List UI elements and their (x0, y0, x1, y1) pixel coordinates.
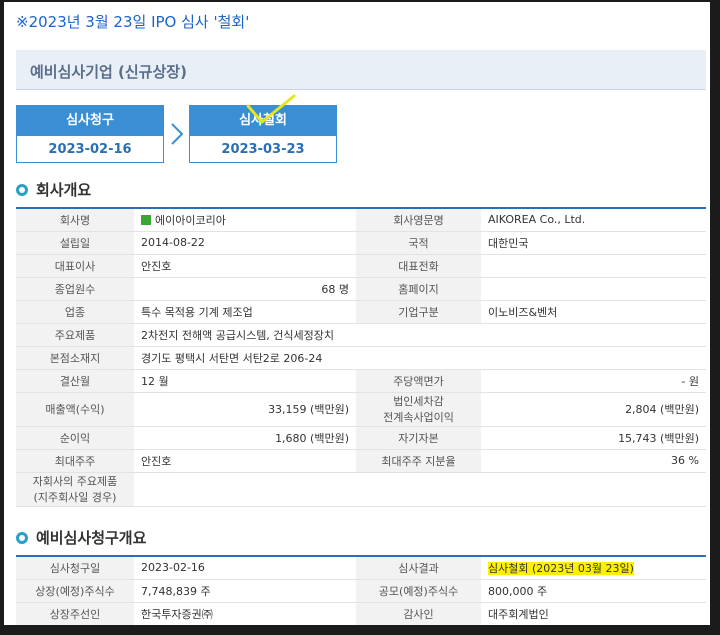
step-request: 심사청구 2023-02-16 (16, 105, 164, 163)
field-label: 상장주선인 (16, 602, 134, 625)
header-bar: 예비심사기업 (신규상장) (16, 50, 706, 90)
field-label: 상장(예정)주식수 (16, 579, 134, 603)
ipo-section-title-text: 예비심사청구개요 (36, 529, 147, 547)
field-value: 2023-02-16 (134, 555, 356, 580)
field-value: 한국투자증권㈜ (134, 602, 356, 625)
field-value: 1,680 (백만원) (134, 426, 356, 450)
field-label: 회사명 (16, 207, 134, 232)
field-label: 감사인 (356, 602, 481, 625)
field-value: 7,748,839 주 (134, 579, 356, 603)
field-value: 68 명 (134, 277, 356, 301)
ipo-section-title: 예비심사청구개요 (16, 527, 146, 548)
field-value: 대주회계법인 (481, 602, 706, 625)
field-label: 기업구분 (356, 300, 481, 324)
step-request-date: 2023-02-16 (48, 142, 132, 157)
field-value: - 원 (481, 369, 706, 393)
field-label: 종업원수 (16, 277, 134, 301)
field-label: 자기자본 (356, 426, 481, 450)
table-row: 상장주선인 한국투자증권㈜ 감사인 대주회계법인 (16, 602, 706, 625)
screenshot-frame: ※2023년 3월 23일 IPO 심사 '철회' 예비심사기업 (신규상장) … (0, 0, 720, 635)
table-row: 업종 특수 목적용 기계 제조업 기업구분 이노비즈&벤처 (16, 300, 706, 324)
field-value (481, 277, 706, 301)
field-value: 2차전지 전해액 공급시스템, 건식세정장치 (134, 323, 706, 347)
field-label: 업종 (16, 300, 134, 324)
table-row: 최대주주 안진호 최대주주 지분율 36 % (16, 449, 706, 473)
field-label: 주요제품 (16, 323, 134, 347)
table-row: 자회사의 주요제품 (지주회사일 경우) (16, 472, 706, 507)
field-value: 안진호 (134, 449, 356, 473)
field-value: 특수 목적용 기계 제조업 (134, 300, 356, 324)
table-row: 심사청구일 2023-02-16 심사결과 심사철회 (2023년 03월 23일) (16, 555, 706, 580)
field-label: 최대주주 (16, 449, 134, 473)
table-row: 주요제품 2차전지 전해액 공급시스템, 건식세정장치 (16, 323, 706, 347)
company-section-title-text: 회사개요 (36, 181, 92, 199)
field-label: 공모(예정)주식수 (356, 579, 481, 603)
field-label: 설립일 (16, 231, 134, 255)
page-title: 예비심사기업 (신규상장) (30, 63, 187, 81)
table-row: 설립일 2014-08-22 국적 대한민국 (16, 231, 706, 255)
check-mark-icon (246, 94, 296, 124)
field-value: 2,804 (백만원) (481, 392, 706, 427)
company-info-table: 회사명 에이아이코리아 회사영문명 AIKOREA Co., Ltd. 설립일 2014-… (16, 207, 706, 507)
field-label: 심사청구일 (16, 555, 134, 580)
field-value: 이노비즈&벤처 (481, 300, 706, 324)
result-highlight: 심사철회 (2023년 03월 23일) (488, 561, 634, 575)
field-value: 2014-08-22 (134, 231, 356, 255)
field-label: 홈페이지 (356, 277, 481, 301)
table-row: 상장(예정)주식수 7,748,839 주 공모(예정)주식수 800,000 주 (16, 579, 706, 603)
table-row: 매출액(수익) 33,159 (백만원) 법인세차감 전계속사업이익 2,804 (백만… (16, 392, 706, 427)
section-bullet-icon (16, 184, 28, 196)
field-value (481, 254, 706, 278)
field-value: 대한민국 (481, 231, 706, 255)
field-label: 결산월 (16, 369, 134, 393)
section-bullet-icon (16, 532, 28, 544)
field-value: 15,743 (백만원) (481, 426, 706, 450)
table-row: 대표이사 안진호 대표전화 (16, 254, 706, 278)
field-value: 경기도 평택시 서탄면 서탄2로 206-24 (134, 346, 706, 370)
field-value: 12 월 (134, 369, 356, 393)
page: ※2023년 3월 23일 IPO 심사 '철회' 예비심사기업 (신규상장) … (4, 2, 710, 625)
field-value: 심사철회 (2023년 03월 23일) (481, 555, 706, 580)
field-label: 본점소재지 (16, 346, 134, 370)
field-label: 심사결과 (356, 555, 481, 580)
field-label: 최대주주 지분율 (356, 449, 481, 473)
field-value: 에이아이코리아 (134, 207, 356, 232)
field-label: 대표이사 (16, 254, 134, 278)
field-value: 36 % (481, 449, 706, 473)
ipo-info-table: 심사청구일 2023-02-16 심사결과 심사철회 (2023년 03월 23일) 상… (16, 555, 706, 625)
company-section-title: 회사개요 (16, 179, 91, 200)
field-label: 순이익 (16, 426, 134, 450)
field-label: 자회사의 주요제품 (지주회사일 경우) (16, 472, 134, 507)
field-label: 대표전화 (356, 254, 481, 278)
table-row: 순이익 1,680 (백만원) 자기자본 15,743 (백만원) (16, 426, 706, 450)
field-label: 주당액면가 (356, 369, 481, 393)
company-logo-icon (141, 214, 151, 225)
field-value: 33,159 (백만원) (134, 392, 356, 427)
field-value: 800,000 주 (481, 579, 706, 603)
step-request-label: 심사청구 (17, 106, 163, 136)
field-value: AIKOREA Co., Ltd. (481, 207, 706, 232)
withdrawal-note: ※2023년 3월 23일 IPO 심사 '철회' (16, 13, 250, 31)
field-value: 안진호 (134, 254, 356, 278)
table-row: 종업원수 68 명 홈페이지 (16, 277, 706, 301)
chevron-right-icon (170, 122, 184, 152)
table-row: 결산월 12 월 주당액면가 - 원 (16, 369, 706, 393)
table-row: 회사명 에이아이코리아 회사영문명 AIKOREA Co., Ltd. (16, 207, 706, 232)
field-label: 법인세차감 전계속사업이익 (356, 392, 481, 427)
table-row: 본점소재지 경기도 평택시 서탄면 서탄2로 206-24 (16, 346, 706, 370)
step-withdrawal-date: 2023-03-23 (221, 142, 305, 157)
field-label: 국적 (356, 231, 481, 255)
field-value (134, 472, 706, 507)
field-label: 회사영문명 (356, 207, 481, 232)
field-label: 매출액(수익) (16, 392, 134, 427)
